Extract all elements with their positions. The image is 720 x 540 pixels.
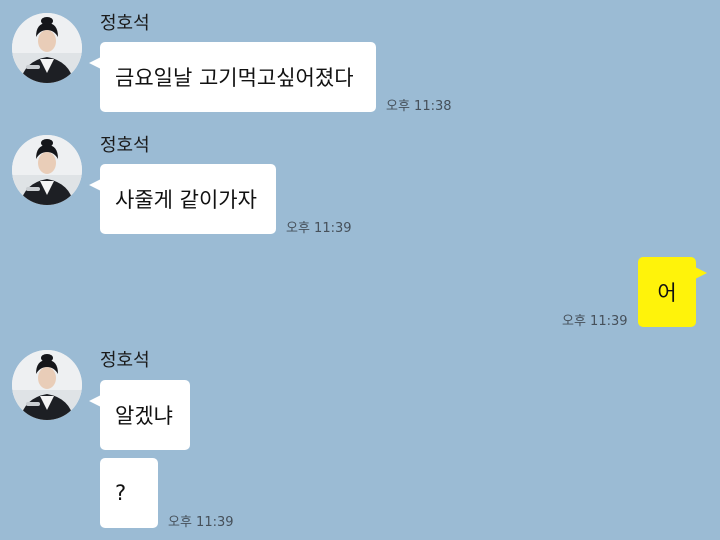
message-bubble[interactable]: 금요일날 고기먹고싶어졌다: [89, 42, 376, 112]
message-text: 어: [657, 281, 677, 305]
message-timestamp: 오후 11:39: [562, 314, 628, 329]
message-text: 사줄게 같이가자: [115, 188, 257, 212]
message-text: 알겠냐: [115, 404, 173, 428]
my-message-bubble[interactable]: 어: [638, 257, 707, 327]
message-text: ?: [115, 481, 127, 505]
chat-area[interactable]: 정호석 금요일날 고기먹고싶어졌다 오후 11:38 정호석 사줄게 같이가자 …: [0, 0, 720, 540]
message-bubble[interactable]: ?: [100, 458, 158, 528]
sender-name: 정호석: [100, 135, 150, 156]
profile-photo-icon: [12, 13, 82, 83]
message-timestamp: 오후 11:39: [286, 221, 352, 236]
profile-photo-icon: [12, 350, 82, 420]
message-timestamp: 오후 11:38: [386, 99, 452, 114]
message-text: 금요일날 고기먹고싶어졌다: [115, 66, 354, 90]
message-bubble[interactable]: 알겠냐: [89, 380, 190, 450]
profile-avatar[interactable]: [12, 350, 82, 420]
message-timestamp: 오후 11:39: [168, 515, 234, 530]
profile-avatar[interactable]: [12, 13, 82, 83]
profile-photo-icon: [12, 135, 82, 205]
message-bubble[interactable]: 사줄게 같이가자: [89, 164, 276, 234]
sender-name: 정호석: [100, 350, 150, 371]
sender-name: 정호석: [100, 13, 150, 34]
profile-avatar[interactable]: [12, 135, 82, 205]
